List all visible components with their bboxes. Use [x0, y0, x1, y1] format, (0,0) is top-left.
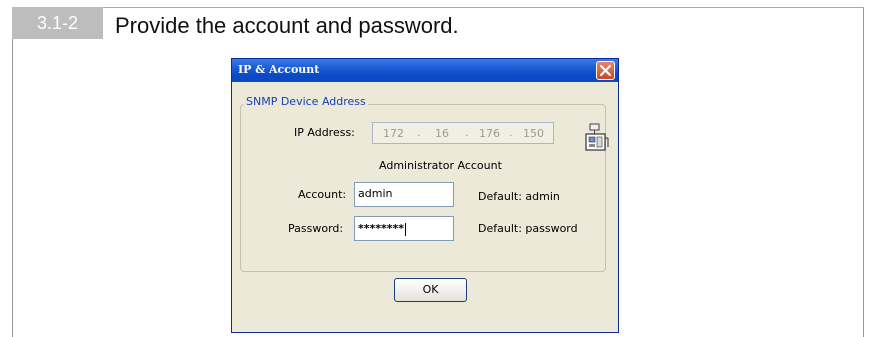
account-default-hint: Default: admin — [478, 190, 560, 203]
ip-address-label: IP Address: — [294, 126, 355, 139]
close-icon — [599, 64, 612, 77]
account-input[interactable]: admin — [354, 182, 454, 207]
ip-octet-4: 150 — [523, 127, 544, 140]
password-masked-value: ******** — [358, 222, 405, 235]
admin-account-heading: Administrator Account — [379, 159, 502, 172]
ip-address-field[interactable]: 172 . 16 . 176 . 150 — [372, 122, 554, 144]
account-label: Account: — [298, 188, 347, 201]
ip-account-dialog: IP & Account SNMP Device Address IP Addr… — [231, 58, 619, 333]
ip-dot: . — [417, 126, 421, 139]
ip-dot: . — [465, 126, 469, 139]
password-default-hint: Default: password — [478, 222, 578, 235]
ip-octet-3: 176 — [479, 127, 500, 140]
step-title: Provide the account and password. — [115, 13, 459, 38]
ip-octet-1: 172 — [383, 127, 404, 140]
text-caret — [405, 222, 407, 236]
password-label: Password: — [288, 222, 344, 235]
ip-dot: . — [509, 126, 513, 139]
close-button[interactable] — [596, 61, 615, 80]
group-label: SNMP Device Address — [244, 95, 368, 108]
password-input[interactable]: ******** — [354, 216, 454, 241]
dialog-titlebar[interactable]: IP & Account — [232, 59, 618, 82]
ok-button[interactable]: OK — [394, 278, 467, 302]
ip-octet-2: 16 — [435, 127, 449, 140]
network-device-icon — [585, 123, 609, 151]
dialog-title: IP & Account — [238, 63, 320, 76]
step-number-badge: 3.1-2 — [12, 7, 103, 39]
